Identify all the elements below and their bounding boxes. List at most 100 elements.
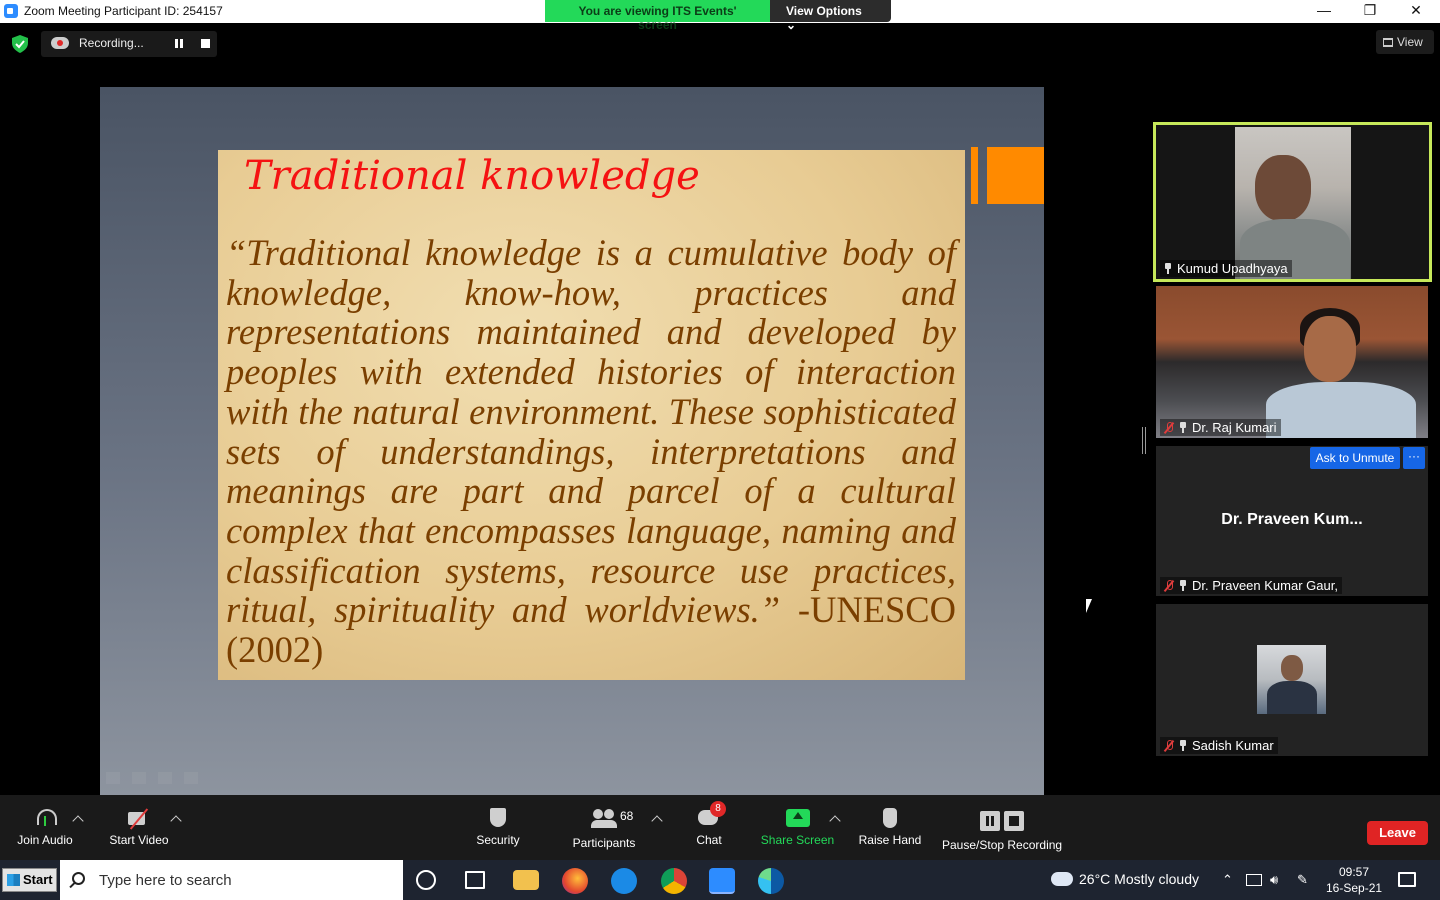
viewing-screen-label: You are viewing ITS Events' screen <box>545 0 770 32</box>
close-button[interactable]: ✕ <box>1393 0 1439 23</box>
volume-icon[interactable]: 🔊︎ <box>1270 872 1286 888</box>
participant-face <box>1255 155 1311 221</box>
pen-icon[interactable] <box>132 772 146 784</box>
pin-icon <box>1164 263 1172 274</box>
participants-options-caret-icon[interactable] <box>651 815 663 827</box>
participant-name-tag: Dr. Raj Kumari <box>1160 419 1281 436</box>
notifications-icon[interactable] <box>1398 872 1416 887</box>
minimize-button[interactable]: — <box>1301 0 1347 23</box>
security-label: Security <box>476 833 520 847</box>
screen-share-banner: You are viewing ITS Events' screen View … <box>545 0 891 32</box>
edge-icon[interactable] <box>758 868 784 894</box>
participant-tile[interactable]: Dr. Raj Kumari <box>1156 286 1428 438</box>
participant-tile[interactable]: Sadish Kumar <box>1156 604 1428 756</box>
stop-recording-icon <box>1004 811 1024 831</box>
participant-count: 68 <box>620 809 634 823</box>
cloud-weather-icon <box>1051 867 1073 886</box>
participant-display-name: Dr. Praveen Kum... <box>1221 511 1363 528</box>
security-shield-icon <box>485 807 511 829</box>
pause-recording-icon[interactable] <box>175 39 183 48</box>
participant-video <box>1156 286 1428 438</box>
network-icon[interactable] <box>1246 874 1262 886</box>
window-title: Zoom Meeting Participant ID: 254157 <box>24 4 223 18</box>
more-options-button[interactable]: ··· <box>1403 447 1425 469</box>
start-button[interactable]: Start <box>2 868 57 892</box>
start-label: Start <box>23 872 53 887</box>
raise-hand-label: Raise Hand <box>858 833 922 847</box>
slideshow-toolbar <box>106 772 198 784</box>
zoom-taskbar-icon[interactable] <box>709 868 735 894</box>
slide-accent-bar <box>971 147 978 204</box>
view-label: View <box>1397 35 1423 49</box>
participant-video <box>1235 127 1351 279</box>
slide-quote: “Traditional knowledge is a cumulative b… <box>226 232 956 631</box>
start-video-button[interactable]: Start Video <box>108 807 170 847</box>
pin-icon <box>1179 422 1187 433</box>
clock-date: 16-Sep-21 <box>1326 881 1383 895</box>
start-video-label: Start Video <box>109 833 169 847</box>
chrome-icon[interactable] <box>661 868 687 894</box>
task-view-icon[interactable] <box>465 871 485 889</box>
firefox-icon[interactable] <box>562 868 588 894</box>
taskbar-search-box[interactable]: Type here to search <box>60 860 403 900</box>
audio-options-caret-icon[interactable] <box>72 815 84 827</box>
previous-slide-icon[interactable] <box>106 772 120 784</box>
pen-workspace-icon[interactable]: ✎ <box>1297 872 1313 888</box>
leave-meeting-button[interactable]: Leave <box>1367 821 1428 845</box>
chat-button[interactable]: 8 Chat <box>690 801 728 847</box>
ask-to-unmute-button[interactable]: Ask to Unmute <box>1310 447 1400 469</box>
file-explorer-icon[interactable] <box>513 870 539 890</box>
windows-logo-icon <box>7 874 20 886</box>
pin-icon <box>1179 740 1187 751</box>
join-audio-label: Join Audio <box>17 833 73 847</box>
cortana-icon[interactable] <box>416 870 436 890</box>
view-layout-button[interactable]: View <box>1376 30 1434 54</box>
participant-body <box>1266 382 1416 438</box>
participant-name-tag: Dr. Praveen Kumar Gaur, <box>1160 577 1342 594</box>
participant-tile[interactable]: Kumud Upadhyaya <box>1153 122 1432 282</box>
slide-menu-icon[interactable] <box>158 772 172 784</box>
weather-widget[interactable]: 26°C Mostly cloudy <box>1051 867 1199 887</box>
mouse-cursor-icon <box>1086 599 1098 613</box>
encryption-shield-icon[interactable] <box>12 35 28 53</box>
weather-text: 26°C Mostly cloudy <box>1079 871 1199 887</box>
participants-button[interactable]: 68 Participants <box>570 807 638 850</box>
taskbar-clock[interactable]: 09:57 16-Sep-21 <box>1326 864 1382 896</box>
pause-stop-recording-button[interactable]: Pause/Stop Recording <box>942 811 1062 852</box>
slide-accent-square <box>987 147 1044 204</box>
panel-splitter-handle[interactable] <box>1142 427 1146 454</box>
grid-view-icon <box>1383 38 1393 47</box>
slide-body-text: “Traditional knowledge is a cumulative b… <box>226 233 956 670</box>
participant-name-tag: Sadish Kumar <box>1160 737 1278 754</box>
clock-time: 09:57 <box>1339 865 1370 879</box>
chat-icon: 8 <box>696 801 726 829</box>
windows-taskbar: Start Type here to search 26°C Mostly cl… <box>0 860 1440 900</box>
share-screen-button[interactable]: Share Screen <box>760 807 835 847</box>
search-placeholder: Type here to search <box>99 872 232 889</box>
next-slide-icon[interactable] <box>184 772 198 784</box>
view-options-button[interactable]: View Options ⌄ <box>770 0 891 32</box>
zoom-app-icon <box>4 4 18 18</box>
stop-recording-icon[interactable] <box>201 39 210 48</box>
raise-hand-button[interactable]: Raise Hand <box>858 807 922 847</box>
security-button[interactable]: Security <box>472 807 524 847</box>
video-options-caret-icon[interactable] <box>170 815 182 827</box>
raise-hand-icon <box>877 807 903 829</box>
internet-explorer-icon[interactable] <box>611 868 637 894</box>
recording-status: Recording... <box>79 36 144 50</box>
mic-muted-icon <box>1164 579 1174 592</box>
participant-name: Dr. Raj Kumari <box>1192 420 1277 435</box>
maximize-button[interactable]: ❐ <box>1347 0 1393 23</box>
slide-title: Traditional knowledge <box>244 153 700 199</box>
pin-icon <box>1179 580 1187 591</box>
participant-name: Dr. Praveen Kumar Gaur, <box>1192 578 1338 593</box>
mic-muted-icon <box>1164 421 1174 434</box>
mic-muted-icon <box>1164 739 1174 752</box>
participant-name-tag: Kumud Upadhyaya <box>1160 260 1292 277</box>
show-hidden-icons-chevron-icon[interactable]: ⌃ <box>1222 872 1238 888</box>
participant-face <box>1304 316 1356 382</box>
chat-label: Chat <box>696 833 722 847</box>
join-audio-button[interactable]: Join Audio <box>16 807 74 847</box>
participant-name: Sadish Kumar <box>1192 738 1274 753</box>
cloud-recording-icon <box>51 37 69 49</box>
